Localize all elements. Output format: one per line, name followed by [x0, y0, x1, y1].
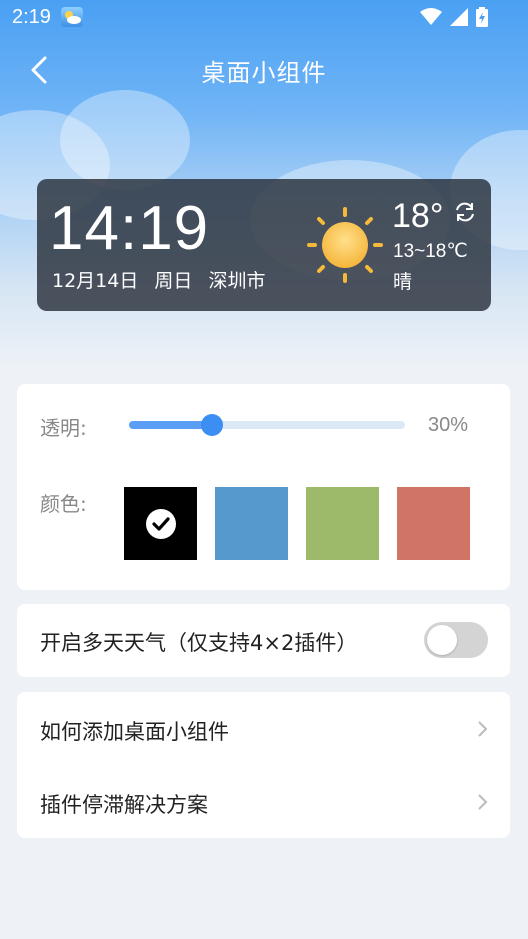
chevron-right-icon	[478, 721, 488, 737]
sun-icon	[307, 207, 383, 283]
widget-temperature: 18°	[392, 197, 444, 235]
checkmark-icon	[146, 509, 176, 539]
chevron-left-icon	[31, 56, 47, 84]
help-item-label: 插件停滞解决方案	[40, 793, 208, 817]
widget-preview: 14:19 12月14日 周日 深圳市 18° 13~18℃ 晴	[37, 179, 491, 311]
widget-temp-range: 13~18℃	[393, 241, 468, 262]
refresh-icon[interactable]	[452, 199, 478, 225]
nav-bar: 桌面小组件	[0, 34, 528, 106]
weather-app-icon	[60, 7, 83, 27]
multiday-weather-label: 开启多天天气（仅支持4×2插件）	[40, 631, 358, 655]
toggle-knob	[427, 625, 457, 655]
signal-icon	[450, 8, 468, 26]
battery-icon	[476, 7, 488, 27]
widget-time: 14:19	[49, 194, 210, 263]
widget-condition: 晴	[393, 271, 413, 293]
multiday-weather-toggle[interactable]	[424, 622, 488, 658]
transparency-label: 透明:	[40, 416, 87, 440]
transparency-value: 30%	[428, 414, 469, 436]
style-settings-card: 透明: 30% 颜色:	[17, 384, 510, 590]
help-item-add-widget[interactable]: 如何添加桌面小组件	[17, 692, 510, 765]
color-swatch-green[interactable]	[306, 487, 379, 560]
color-swatch-black[interactable]	[124, 487, 197, 560]
widget-city: 深圳市	[208, 270, 266, 292]
color-label: 颜色:	[40, 492, 87, 516]
widget-weekday: 周日	[154, 270, 193, 292]
chevron-right-icon	[478, 794, 488, 810]
color-swatch-blue[interactable]	[215, 487, 288, 560]
help-item-widget-stall[interactable]: 插件停滞解决方案	[17, 765, 510, 838]
transparency-slider[interactable]	[129, 414, 405, 436]
help-item-label: 如何添加桌面小组件	[40, 720, 229, 744]
transparency-slider-handle[interactable]	[200, 414, 223, 436]
color-swatch-red[interactable]	[397, 487, 470, 560]
transparency-slider-fill	[129, 421, 212, 429]
widget-date-line: 12月14日 周日 深圳市	[52, 266, 275, 293]
back-button[interactable]	[22, 52, 58, 88]
status-time: 2:19	[12, 5, 51, 28]
help-card: 如何添加桌面小组件 插件停滞解决方案	[17, 692, 510, 838]
multiday-weather-card: 开启多天天气（仅支持4×2插件）	[17, 604, 510, 677]
status-bar: 2:19	[0, 0, 528, 34]
widget-date: 12月14日	[52, 270, 139, 292]
page-title: 桌面小组件	[201, 58, 327, 87]
wifi-icon	[420, 8, 442, 25]
